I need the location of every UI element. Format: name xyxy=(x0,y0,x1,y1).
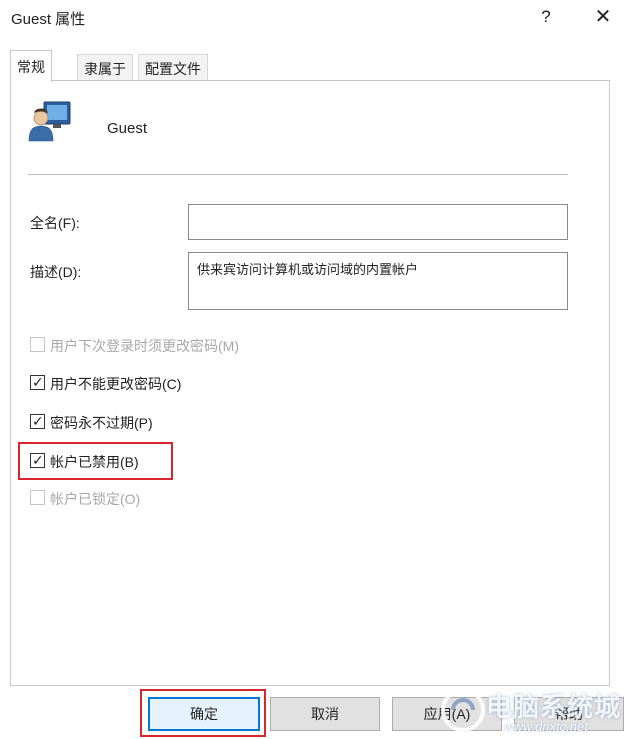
tab-profile[interactable]: 配置文件 xyxy=(138,54,208,81)
fullname-label: 全名(F): xyxy=(30,215,80,231)
checkbox-box[interactable]: ✓ xyxy=(30,374,45,390)
user-monitor-icon xyxy=(28,100,72,142)
fullname-field[interactable] xyxy=(188,204,568,240)
checkbox-account-locked: 帐户已锁定(O) xyxy=(30,488,170,508)
title-bar: Guest 属性 ? ✕ xyxy=(0,0,632,36)
checkbox-password-never-expires[interactable]: ✓ 密码永不过期(P) xyxy=(30,412,180,432)
checkbox-label: 帐户已锁定(O) xyxy=(50,491,141,507)
tab-member-of[interactable]: 隶属于 xyxy=(77,54,133,81)
checkbox-label: 密码永不过期(P) xyxy=(50,415,153,431)
divider xyxy=(28,174,568,175)
checkbox-label: 用户不能更改密码(C) xyxy=(50,376,182,392)
apply-button[interactable]: 应用(A) xyxy=(392,697,502,731)
checkmark-icon: ✓ xyxy=(32,374,44,390)
highlight-ok xyxy=(140,689,266,737)
help-dialog-button[interactable]: 帮助 xyxy=(514,697,624,731)
checkbox-box xyxy=(30,490,45,505)
checkbox-must-change-password: 用户下次登录时须更改密码(M) xyxy=(30,335,270,355)
user-name: Guest xyxy=(107,120,148,137)
checkbox-label: 用户下次登录时须更改密码(M) xyxy=(50,338,239,354)
window-title: Guest 属性 xyxy=(11,11,86,28)
help-button[interactable]: ? xyxy=(532,3,560,31)
description-label: 描述(D): xyxy=(30,264,82,280)
tab-strip: 常规 隶属于 配置文件 xyxy=(10,50,610,82)
checkbox-box[interactable]: ✓ xyxy=(30,413,45,429)
checkbox-cannot-change-password[interactable]: ✓ 用户不能更改密码(C) xyxy=(30,373,210,393)
checkbox-box xyxy=(30,337,45,352)
highlight-account-disabled xyxy=(18,442,173,480)
tab-general[interactable]: 常规 xyxy=(10,50,52,82)
checkmark-icon: ✓ xyxy=(32,413,44,429)
description-field[interactable]: 供来宾访问计算机或访问域的内置帐户 xyxy=(188,252,568,310)
close-button[interactable]: ✕ xyxy=(588,3,618,31)
cancel-button[interactable]: 取消 xyxy=(270,697,380,731)
